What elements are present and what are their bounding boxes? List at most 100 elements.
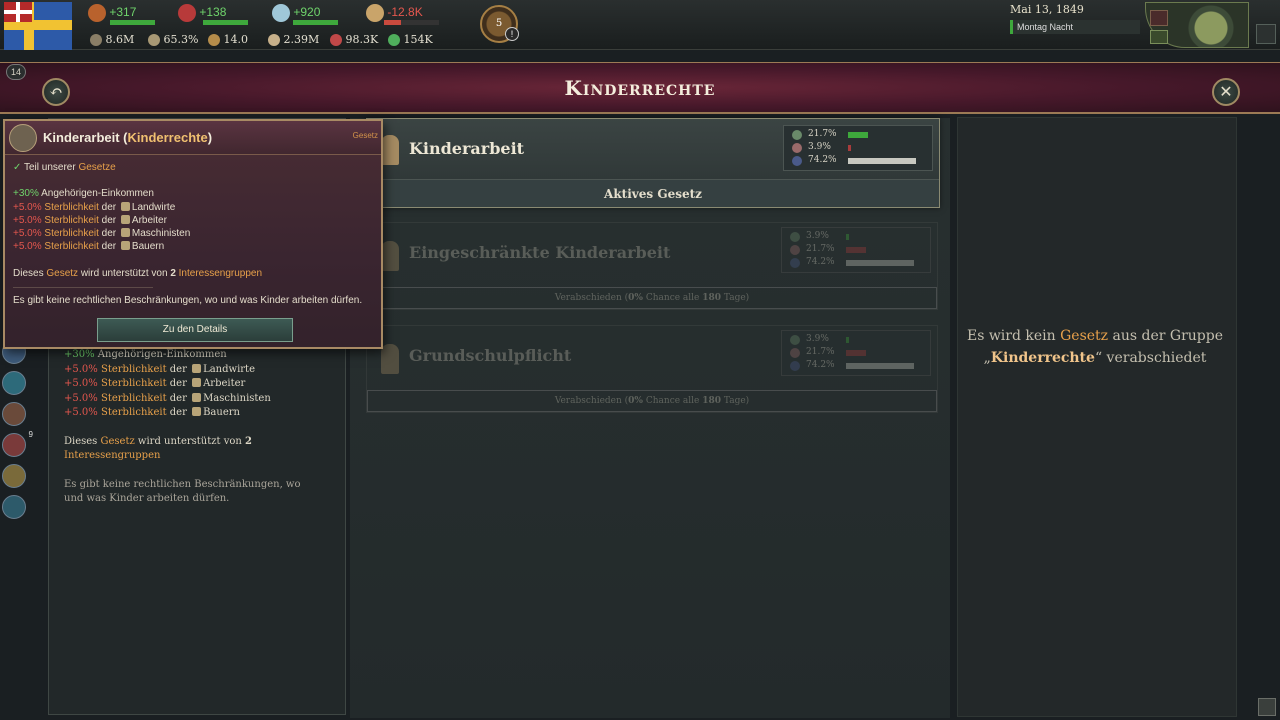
effect-mortality-arbeiter: +5.0% Sterblichkeit der Arbeiter	[13, 214, 167, 226]
effect-mortality-maschinisten: +5.0% Sterblichkeit der Maschinisten	[13, 228, 191, 240]
authority-icon	[88, 4, 106, 22]
influence-icon	[178, 4, 196, 22]
effect-mortality-maschinisten: +5.0% Sterblichkeit der Maschinisten	[64, 392, 271, 404]
side-button-3-icon[interactable]	[2, 402, 26, 426]
side-button-2-icon[interactable]	[2, 371, 26, 395]
enactment-panel	[957, 117, 1237, 717]
side-button-6-icon[interactable]	[2, 495, 26, 519]
back-button[interactable]: ↶	[42, 78, 70, 106]
radicals-stat[interactable]: 98.3K	[330, 33, 378, 46]
date-display: Mai 13, 1849 Montag Nacht	[1010, 3, 1140, 41]
play-button[interactable]	[1150, 30, 1168, 44]
machinist-icon	[192, 392, 202, 402]
influence-value: +138	[199, 5, 227, 20]
date-text: Mai 13, 1849	[1010, 3, 1084, 16]
menu-button[interactable]	[1256, 24, 1276, 44]
population-stat[interactable]: 8.6M	[90, 33, 134, 46]
authority-bar	[110, 20, 155, 25]
effect-mortality-landwirte: +5.0% Sterblichkeit der Landwirte	[64, 363, 255, 375]
pause-button[interactable]	[1150, 10, 1168, 26]
part-of-laws: ✓ Teil unserer Gesetze	[13, 162, 116, 173]
oppose-icon	[792, 143, 802, 153]
neutral-icon	[790, 361, 800, 371]
alert-icon[interactable]: !	[505, 27, 519, 41]
enact-button[interactable]: Verabschieden (0% Chance alle 180 Tage)	[367, 390, 937, 412]
law-description: Es gibt keine rechtlichen Beschränkungen…	[64, 478, 301, 505]
approve-icon	[792, 130, 802, 140]
page-title: Kinderrechte	[564, 76, 716, 100]
details-button[interactable]: Zu den Details	[97, 318, 293, 342]
law-tooltip: Kinderarbeit (Kinderrechte) Gesetz ✓ Tei…	[3, 119, 383, 349]
close-button[interactable]: ✕	[1212, 78, 1240, 106]
law-card-eingeschraenkte-kinderarbeit[interactable]: Eingeschränkte Kinderarbeit 3.9% 21.7% 7…	[366, 222, 938, 310]
farmer-icon	[120, 201, 130, 211]
law-name: Kinderarbeit	[409, 139, 525, 158]
neutral-icon	[790, 258, 800, 268]
law-name: Eingeschränkte Kinderarbeit	[409, 243, 671, 262]
law-support-stats: 21.7% 3.9% 74.2%	[783, 125, 933, 171]
side-toolbar: 9	[0, 340, 33, 526]
loyalists-stat[interactable]: 154K	[388, 33, 433, 46]
authority-value: +317	[109, 5, 137, 20]
dove-icon	[272, 4, 290, 22]
corner-menu-button[interactable]	[1258, 698, 1276, 716]
side-button-5-icon[interactable]	[2, 464, 26, 488]
oppose-icon	[790, 348, 800, 358]
effect-mortality-arbeiter: +5.0% Sterblichkeit der Arbeiter	[64, 378, 246, 389]
money-value: -12.8K	[387, 5, 423, 20]
worker-icon	[120, 214, 130, 224]
oppose-icon	[790, 245, 800, 255]
side-count: 9	[28, 430, 33, 439]
effect-mortality-bauern: +5.0% Sterblichkeit der Bauern	[64, 407, 240, 418]
peasant-icon	[120, 241, 130, 251]
neutral-icon	[792, 156, 802, 166]
country-flag[interactable]	[4, 2, 72, 50]
no-enactment-text: Es wird kein Gesetz aus der Gruppe „Kind…	[966, 328, 1224, 366]
child-figure-icon	[381, 344, 399, 374]
support-line: Dieses Gesetz wird unterstützt von 2 Int…	[64, 435, 252, 462]
tooltip-body: ✓ Teil unserer Gesetze +30% Angehörigen-…	[13, 161, 379, 307]
heart-icon	[388, 34, 400, 46]
influence-bar	[203, 20, 248, 25]
effect-income: +30% Angehörigen-Einkommen	[13, 188, 154, 200]
pound-icon	[366, 4, 384, 22]
close-icon: ✕	[1219, 82, 1233, 101]
law-card-grundschulpflicht[interactable]: Grundschulpflicht 3.9% 21.7% 74.2% Verab…	[366, 325, 938, 413]
money-bar	[384, 20, 439, 25]
child-figure-icon	[381, 135, 399, 165]
literacy-stat[interactable]: 65.3%	[148, 33, 198, 46]
law-options-panel	[350, 118, 950, 718]
daytime-text: Montag Nacht	[1010, 20, 1140, 34]
fist-icon	[330, 34, 342, 46]
approve-icon	[790, 335, 800, 345]
people-icon	[268, 34, 280, 46]
back-arrow-icon: ↶	[49, 82, 63, 101]
law-description: Es gibt keine rechtlichen Beschränkungen…	[13, 295, 363, 307]
population-icon	[90, 34, 102, 46]
child-figure-icon	[381, 241, 399, 271]
approve-icon	[790, 232, 800, 242]
tooltip-title: Kinderarbeit (Kinderrechte)	[43, 130, 213, 145]
enact-button[interactable]: Verabschieden (0% Chance alle 180 Tage)	[367, 287, 937, 309]
law-card-kinderarbeit[interactable]: Kinderarbeit 21.7% 3.9% 74.2% Aktives Ge…	[366, 118, 940, 208]
wheat-icon	[208, 34, 220, 46]
sol-stat[interactable]: 14.0	[208, 33, 248, 46]
active-law-label: Aktives Gesetz	[367, 179, 939, 207]
level-badge: 14	[6, 64, 26, 80]
law-support-stats: 3.9% 21.7% 74.2%	[781, 227, 931, 273]
law-support-stats: 3.9% 21.7% 74.2%	[781, 330, 931, 376]
machinist-icon	[120, 228, 130, 238]
book-icon	[148, 34, 160, 46]
peasant-icon	[192, 407, 202, 416]
side-button-4-icon[interactable]: 9	[2, 430, 33, 457]
bureaucracy-value: +920	[293, 5, 321, 20]
law-name: Grundschulpflicht	[409, 346, 572, 365]
law-effects-list: +30% Angehörigen-Einkommen +5.0% Sterbli…	[64, 348, 334, 507]
tooltip-header: Kinderarbeit (Kinderrechte) Gesetz	[5, 121, 381, 155]
effect-mortality-landwirte: +5.0% Sterblichkeit der Landwirte	[13, 201, 176, 213]
bureaucracy-bar	[293, 20, 338, 25]
farmer-icon	[192, 363, 202, 373]
workforce-stat[interactable]: 2.39M	[268, 33, 319, 46]
child-portrait-icon	[9, 124, 37, 152]
support-line: Dieses Gesetz wird unterstützt von 2 Int…	[13, 267, 263, 279]
